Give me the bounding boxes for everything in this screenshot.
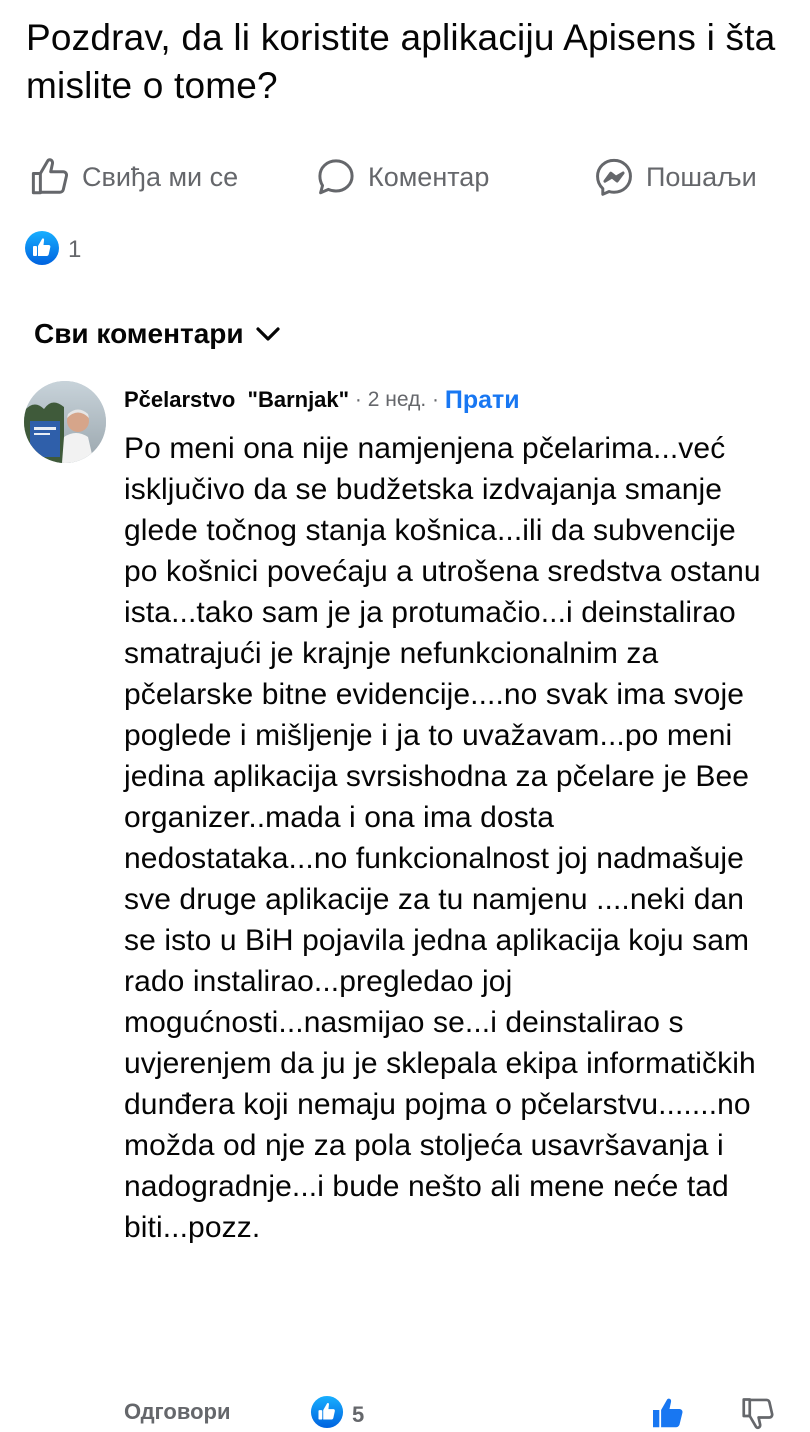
reactions-summary[interactable]: 1 — [24, 230, 82, 271]
avatar[interactable] — [24, 381, 106, 463]
comment-text: Po meni ona nije namjenjena pčelarima...… — [124, 432, 761, 1244]
thumbs-down-icon — [742, 1398, 774, 1430]
all-comments-dropdown[interactable]: Сви коментари — [34, 312, 282, 356]
comment-label: Коментар — [368, 161, 490, 192]
like-reaction-icon — [310, 1395, 344, 1432]
send-label: Пошаљи — [646, 161, 757, 192]
comment-reaction-count: 5 — [352, 1401, 365, 1427]
comment-footer: Одговори 5 — [124, 1393, 784, 1432]
follow-button[interactable]: Прати — [445, 386, 520, 415]
comment-header: Pčelarstvo "Barnjak" · 2 нед. · Прати — [124, 382, 520, 418]
comment-time: · 2 нед. · — [349, 388, 445, 411]
upvote-button[interactable] — [650, 1395, 686, 1432]
all-comments-label: Сви коментари — [34, 318, 244, 349]
like-label: Свиђа ми се — [82, 161, 239, 192]
like-button[interactable]: Свиђа ми се — [28, 154, 238, 200]
comment-author[interactable]: Pčelarstvo "Barnjak" — [124, 387, 349, 413]
comment-reactions[interactable]: 5 — [310, 1395, 364, 1432]
send-button[interactable]: Пошаљи — [592, 154, 757, 200]
post-text: Pozdrav, da li koristite aplikaciju Apis… — [26, 17, 776, 106]
comment-bubble-icon — [314, 155, 358, 199]
comment-button[interactable]: Коментар — [314, 154, 489, 200]
post-action-bar: Свиђа ми се Коментар Пошаљи — [0, 154, 810, 200]
reaction-count: 1 — [68, 236, 82, 263]
thumbs-up-icon — [28, 155, 72, 199]
like-reaction-icon — [24, 230, 60, 271]
downvote-button[interactable] — [740, 1395, 776, 1432]
thumbs-up-filled-icon — [653, 1398, 683, 1428]
chevron-down-icon — [254, 324, 282, 344]
reply-button[interactable]: Одговори — [124, 1399, 230, 1425]
messenger-icon — [592, 155, 636, 199]
